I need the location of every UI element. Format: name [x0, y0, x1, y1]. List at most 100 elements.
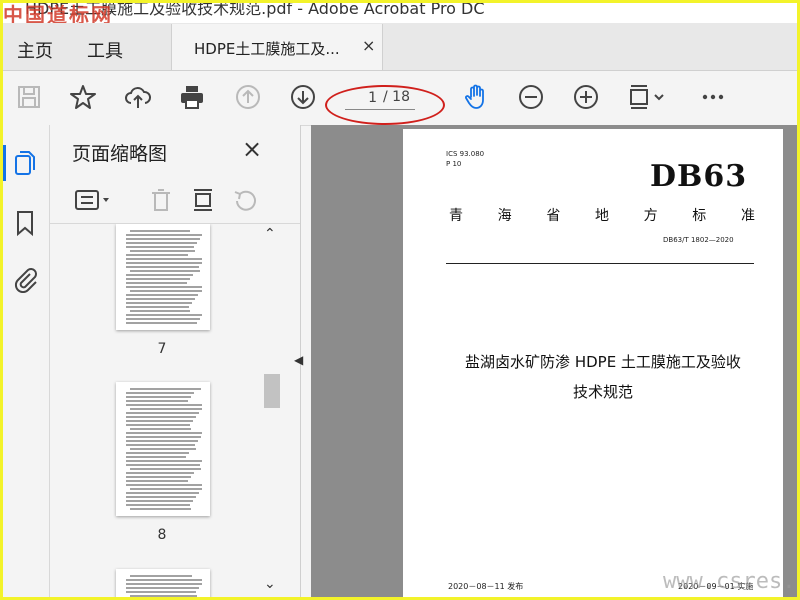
thumbnail-text-line — [126, 464, 200, 466]
save-icon[interactable] — [13, 81, 45, 113]
thumbnail-text-line — [130, 408, 202, 410]
issue-date: 2020－08－11 发布 — [448, 582, 524, 591]
thumbnail-text-line — [126, 274, 193, 276]
thumbnail-text-line — [126, 424, 190, 426]
zoom-in-icon[interactable] — [570, 81, 602, 113]
document-subtitle: 技术规范 — [572, 383, 633, 401]
scroll-up-icon[interactable]: ⌃ — [264, 226, 276, 242]
previous-page-icon[interactable] — [232, 81, 264, 113]
standard-type-char: 方 — [643, 208, 658, 224]
standard-code: DB63 — [650, 159, 748, 194]
thumbnail-text-line — [126, 282, 187, 284]
thumbnail-text-line — [126, 496, 196, 498]
thumbnail-text-line — [126, 392, 194, 394]
standard-type-char: 省 — [546, 208, 561, 224]
thumbnail-text-line — [130, 250, 195, 252]
delete-icon[interactable] — [148, 187, 174, 213]
thumbnail-text-line — [130, 508, 191, 510]
thumbnail-text-line — [126, 460, 202, 462]
attachment-icon[interactable] — [11, 265, 39, 294]
thumbnail-text-line — [126, 484, 202, 486]
panel-title: 页面缩略图 — [72, 143, 168, 165]
thumbnail-text-line — [130, 388, 201, 390]
thumbnail-text-line — [126, 504, 190, 506]
thumbnail-text-line — [126, 278, 190, 280]
document-tab-label: HDPE土工膜施工及... — [194, 40, 340, 58]
thumbnail-text-line — [126, 286, 202, 288]
header-rule — [446, 263, 754, 264]
thumbnail-text-line — [126, 432, 202, 434]
bookmark-icon[interactable] — [11, 209, 39, 237]
more-tools-icon[interactable] — [697, 81, 729, 113]
standard-type-char: 青 — [449, 208, 463, 224]
star-icon[interactable] — [67, 81, 99, 113]
standard-type: 青 海 省 地 方 标 准 — [449, 205, 755, 225]
thumbnail-page[interactable] — [116, 224, 210, 330]
site-watermark: 中国道标网 — [3, 3, 113, 23]
thumbnail-text-line — [130, 468, 201, 470]
options-menu-icon[interactable] — [74, 187, 114, 213]
hand-tool-icon[interactable] — [461, 81, 493, 113]
highlight-ellipse — [325, 85, 445, 125]
active-indicator — [3, 145, 6, 181]
thumbnail-text-line — [126, 400, 188, 402]
tab-close-icon[interactable]: × — [362, 36, 375, 55]
document-title: 盐湖卤水矿防渗 HDPE 土工膜施工及验收 — [465, 353, 741, 371]
thumbnail-text-line — [126, 298, 195, 300]
thumbnail-text-line — [126, 262, 202, 264]
thumbnail-text-line — [130, 310, 190, 312]
standard-type-char: 标 — [692, 208, 707, 224]
ics-code: ICS 93.080 P 10 — [446, 149, 484, 169]
standard-number: DB63/T 1802—2020 — [663, 236, 734, 244]
thumbnail-text-line — [126, 306, 189, 308]
thumbnail-text-line — [126, 452, 189, 454]
thumbnail-text-line — [126, 258, 202, 260]
ccs-number: P 10 — [446, 160, 462, 168]
menu-tools[interactable]: 工具 — [87, 37, 123, 63]
panel-toolbar — [50, 177, 300, 224]
next-page-icon[interactable] — [287, 81, 319, 113]
thumbnail-text-line — [126, 440, 198, 442]
thumbnail-text-line — [126, 412, 199, 414]
thumbnail-text-line — [126, 242, 197, 244]
panel-close-icon[interactable]: × — [242, 135, 262, 163]
thumbnail-text-line — [126, 492, 199, 494]
extract-pages-icon[interactable] — [190, 187, 216, 213]
thumbnail-text-line — [126, 456, 186, 458]
thumbnail-page[interactable] — [116, 569, 210, 597]
thumbnail-text-line — [126, 583, 202, 585]
thumbnail-text-line — [126, 500, 193, 502]
thumbnail-text-line — [126, 480, 188, 482]
ics-number: ICS 93.080 — [446, 150, 485, 158]
thumbnail-text-line — [126, 472, 194, 474]
thumbnail-text-line — [130, 488, 202, 490]
thumbnail-text-line — [130, 290, 202, 292]
thumbnail-scrollbar[interactable]: ⌃ ⌄ — [262, 224, 280, 597]
thumbnail-text-line — [126, 294, 198, 296]
document-view[interactable]: ICS 93.080 P 10 DB63 青 海 省 地 方 标 准 DB63/… — [311, 125, 797, 597]
rotate-icon[interactable] — [232, 187, 258, 213]
collapse-arrow-icon[interactable]: ◀ — [294, 353, 303, 367]
scrollbar-thumb[interactable] — [264, 374, 280, 408]
thumbnail-text-line — [126, 322, 197, 324]
thumbnail-text-line — [126, 266, 199, 268]
panel-collapse-handle[interactable]: ◀ — [290, 125, 310, 597]
scroll-down-icon[interactable]: ⌄ — [264, 576, 276, 592]
thumbnail-page[interactable] — [116, 382, 210, 516]
document-watermark: www.csres.com — [663, 569, 797, 594]
thumbnail-text-line — [126, 246, 194, 248]
page-thumbnails-icon[interactable] — [11, 149, 39, 177]
zoom-out-icon[interactable] — [515, 81, 547, 113]
thumbnail-text-line — [130, 448, 196, 450]
standard-type-char: 地 — [594, 208, 609, 224]
thumbnail-text-line — [126, 579, 202, 581]
document-tab[interactable]: HDPE土工膜施工及... × — [171, 24, 383, 70]
menu-home[interactable]: 主页 — [17, 37, 53, 63]
thumbnail-text-line — [130, 230, 190, 232]
cloud-upload-icon[interactable] — [122, 81, 154, 113]
print-icon[interactable] — [176, 81, 208, 113]
thumbnail-text-line — [130, 270, 200, 272]
thumbnail-text-line — [130, 575, 192, 577]
title-bar: HDPE土工膜施工及验收技术规范.pdf - Adobe Acrobat Pro… — [3, 3, 797, 23]
fit-page-icon[interactable] — [625, 81, 669, 113]
